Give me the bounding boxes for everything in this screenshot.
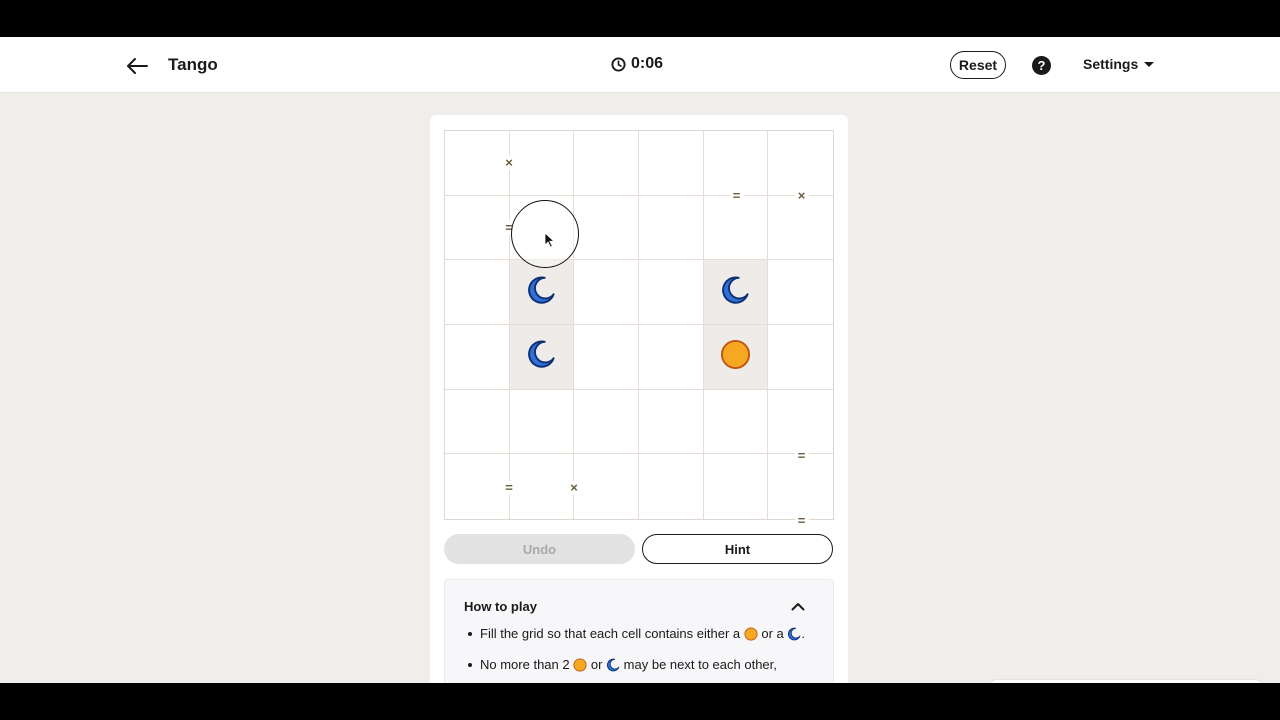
- notification-edge: [990, 679, 1262, 683]
- grid-cell[interactable]: [574, 324, 639, 390]
- grid-cell[interactable]: [768, 454, 833, 519]
- grid-cell[interactable]: [768, 131, 833, 196]
- reset-button[interactable]: Reset: [950, 51, 1006, 79]
- grid-cell[interactable]: [574, 260, 639, 325]
- rule-text: may be next to each other,: [623, 657, 777, 672]
- back-button[interactable]: [124, 53, 150, 79]
- opposite-constraint: ×: [794, 188, 809, 202]
- grid-cell[interactable]: [509, 324, 575, 390]
- grid-cell[interactable]: [445, 454, 510, 519]
- grid-cell[interactable]: [509, 131, 575, 196]
- grid-cell[interactable]: [445, 260, 510, 325]
- top-bar: Tango 0:06 Reset ? Settings: [0, 37, 1280, 93]
- equal-constraint: =: [794, 448, 809, 462]
- grid-cell[interactable]: [703, 324, 769, 390]
- moon-icon: [787, 627, 801, 645]
- tango-grid: [444, 130, 834, 520]
- grid-cell[interactable]: [445, 389, 510, 455]
- undo-button[interactable]: Undo: [444, 534, 635, 564]
- grid-cell[interactable]: [768, 325, 833, 390]
- how-to-play-title: How to play: [464, 599, 537, 614]
- equal-constraint: =: [729, 188, 744, 202]
- grid-cell[interactable]: [768, 390, 833, 455]
- grid-cell[interactable]: [638, 131, 704, 196]
- grid-cell[interactable]: [509, 195, 575, 261]
- sun-icon: [720, 339, 751, 375]
- hint-button[interactable]: Hint: [642, 534, 833, 564]
- timer: 0:06: [611, 55, 663, 73]
- equal-constraint: =: [794, 513, 809, 527]
- grid-cell[interactable]: [445, 131, 510, 196]
- back-arrow-icon: [127, 58, 148, 74]
- rule-item: Fill the grid so that each cell contains…: [465, 626, 815, 645]
- settings-dropdown[interactable]: Settings: [1083, 56, 1155, 72]
- grid-cell[interactable]: [768, 260, 833, 325]
- grid-cell[interactable]: [704, 454, 769, 519]
- timer-value: 0:06: [631, 55, 664, 72]
- settings-label: Settings: [1083, 56, 1139, 72]
- rule-text: No more than 2: [480, 657, 570, 672]
- moon-icon: [526, 339, 556, 374]
- moon-icon: [720, 275, 750, 310]
- grid-cell[interactable]: [703, 195, 769, 261]
- grid-cell[interactable]: [703, 389, 769, 455]
- grid-cell[interactable]: [638, 260, 704, 325]
- rule-text: or: [590, 657, 603, 672]
- grid-cell[interactable]: [445, 195, 510, 261]
- help-icon[interactable]: ?: [1032, 56, 1051, 75]
- sun-icon: [573, 658, 587, 676]
- grid-cell[interactable]: [574, 131, 639, 196]
- grid-cell[interactable]: [509, 260, 575, 325]
- opposite-constraint: ×: [502, 155, 516, 170]
- grid-cell[interactable]: [639, 454, 704, 519]
- grid-cell[interactable]: [703, 260, 769, 325]
- opposite-constraint: ×: [567, 480, 581, 495]
- grid-cell[interactable]: [638, 324, 704, 390]
- rule-text: Fill the grid so that each cell contains…: [480, 626, 741, 641]
- caret-down-icon: [1144, 61, 1155, 67]
- equal-constraint: =: [502, 480, 516, 495]
- how-to-play-panel: How to play Fill the grid so that each c…: [444, 579, 834, 683]
- grid-cell[interactable]: [703, 131, 769, 196]
- grid-cell[interactable]: [574, 454, 639, 519]
- rules-list: Fill the grid so that each cell contains…: [465, 626, 815, 683]
- grid-cell[interactable]: [638, 195, 704, 261]
- grid-cell[interactable]: [509, 389, 575, 455]
- moon-icon: [606, 658, 620, 676]
- rule-text: .: [801, 626, 806, 641]
- grid-cell[interactable]: [510, 454, 575, 519]
- collapse-chevron-icon[interactable]: [791, 598, 805, 616]
- rule-item: No more than 2 or may be next to each ot…: [465, 657, 815, 676]
- clock-icon: [611, 56, 626, 72]
- grid-cell[interactable]: [638, 389, 704, 455]
- grid-cell[interactable]: [574, 195, 639, 261]
- sun-icon: [744, 627, 758, 645]
- grid-cell[interactable]: [574, 389, 639, 455]
- game-page: Tango 0:06 Reset ? Settings × = × = = = × = Und…: [0, 37, 1280, 683]
- moon-icon: [526, 275, 556, 310]
- rule-text: or a: [761, 626, 784, 641]
- mouse-pointer-icon: [544, 232, 555, 248]
- grid-cell[interactable]: [768, 196, 833, 261]
- equal-constraint: =: [502, 220, 516, 235]
- grid-cell[interactable]: [445, 324, 510, 390]
- game-title: Tango: [168, 55, 218, 74]
